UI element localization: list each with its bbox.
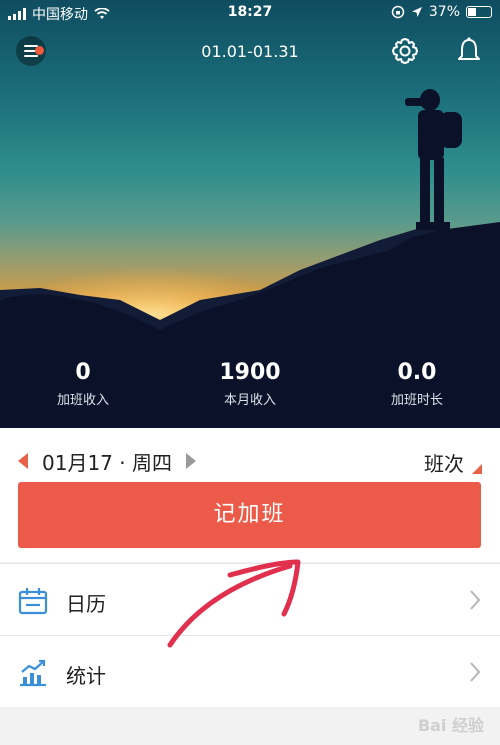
shift-selector[interactable]: 班次: [424, 448, 482, 477]
next-day-arrow-icon[interactable]: [185, 453, 196, 469]
location-icon: [411, 7, 422, 17]
battery-percent: 37%: [428, 4, 460, 20]
header-bar: 01.01-01.31: [0, 32, 500, 72]
menu-item-calendar[interactable]: 日历: [0, 563, 500, 635]
record-overtime-button[interactable]: 记加班: [18, 482, 481, 548]
stat-label: 加班时长: [390, 393, 443, 408]
bell-icon[interactable]: [454, 36, 484, 66]
stat-overtime-income: 0 加班收入: [23, 360, 143, 408]
stat-value: 0: [75, 360, 91, 385]
date-selector: 01月17 · 周四: [18, 446, 196, 476]
calendar-icon: [18, 588, 48, 615]
status-bar: 中国移动 18:27 37%: [0, 0, 500, 26]
menu-item-label: 统计: [66, 664, 106, 688]
stats-row: 0 加班收入 1900 本月收入 0.0 加班时长: [0, 360, 500, 420]
prev-day-arrow-icon[interactable]: [18, 453, 28, 469]
chart-icon: [20, 659, 46, 687]
stat-value: 0.0: [397, 360, 437, 385]
chevron-right-icon: [470, 590, 481, 610]
shift-label: 班次: [424, 452, 464, 476]
menu-item-label: 日历: [66, 592, 106, 616]
battery-icon: [466, 6, 492, 18]
stat-label: 加班收入: [56, 393, 109, 408]
stat-monthly-income: 1900 本月收入: [190, 360, 310, 408]
stat-label: 本月收入: [223, 393, 276, 408]
rotation-lock-icon: [391, 5, 405, 19]
gear-icon[interactable]: [390, 36, 420, 66]
hero-banner: 中国移动 18:27 37% 01.01-01.31 0 加班收入 1900 本…: [0, 0, 500, 428]
date-range[interactable]: 01.01-01.31: [0, 42, 500, 61]
chevron-right-icon: [470, 662, 481, 682]
selected-date[interactable]: 01月17 · 周四: [42, 447, 172, 476]
menu-item-statistics[interactable]: 统计: [0, 635, 500, 707]
watermark: Bai 经验: [417, 716, 484, 735]
corner-triangle-icon: [472, 463, 482, 474]
stat-overtime-hours: 0.0 加班时长: [357, 360, 477, 408]
stat-value: 1900: [219, 360, 281, 385]
record-panel: 01月17 · 周四 班次 记加班: [0, 428, 500, 562]
